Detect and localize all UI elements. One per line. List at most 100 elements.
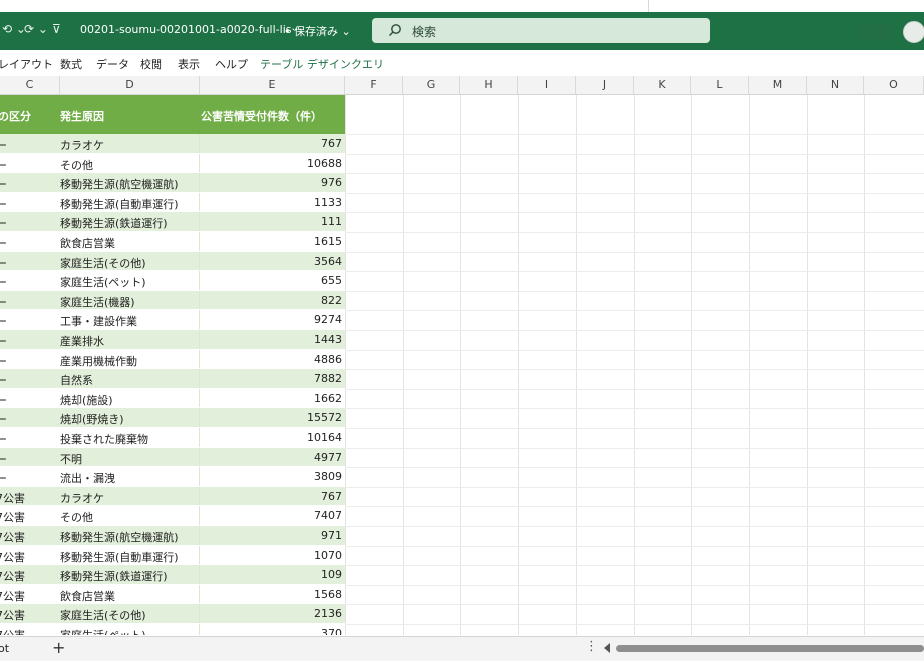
cell-c[interactable]: ー: [0, 294, 7, 310]
cell-d[interactable]: 投棄された廃棄物: [60, 431, 148, 447]
cell-c[interactable]: 7公害: [0, 490, 25, 506]
cell-e[interactable]: 4886: [314, 353, 342, 366]
cell-d[interactable]: 飲食店営業: [60, 235, 115, 251]
cell-d[interactable]: 移動発生源(鉄道運行): [60, 568, 168, 584]
cell-d[interactable]: その他: [60, 157, 93, 173]
table-row[interactable]: ー 不明 4977: [0, 447, 345, 468]
cell-c[interactable]: ー: [0, 392, 7, 408]
table-row[interactable]: ー 家庭生活(ペット) 655: [0, 271, 345, 291]
cell-c[interactable]: 7公害: [0, 529, 25, 545]
tab-layout[interactable]: レイアウト: [0, 56, 53, 72]
cell-e[interactable]: 3809: [314, 470, 342, 483]
cell-c[interactable]: 7公害: [0, 607, 25, 623]
cell-d[interactable]: カラオケ: [60, 490, 104, 506]
cell-e[interactable]: 1443: [314, 333, 342, 346]
cell-d[interactable]: 産業排水: [60, 333, 104, 349]
tab-review[interactable]: 校閲: [140, 56, 162, 72]
cell-d[interactable]: 移動発生源(自動車運行): [60, 549, 179, 565]
table-row[interactable]: 7公害 飲食店営業 1568: [0, 584, 345, 605]
search-box[interactable]: 検索: [372, 18, 710, 43]
cell-d[interactable]: 移動発生源(航空機運航): [60, 529, 179, 545]
table-row[interactable]: ー 産業用機械作動 4886: [0, 349, 345, 370]
table-row[interactable]: ー 流出・漏洩 3809: [0, 467, 345, 487]
cell-d[interactable]: 工事・建設作業: [60, 313, 137, 329]
cell-d[interactable]: 移動発生源(鉄道運行): [60, 215, 168, 231]
column-header-j[interactable]: J: [576, 76, 634, 94]
cell-e[interactable]: 976: [321, 176, 342, 189]
tab-data[interactable]: データ: [96, 56, 129, 72]
table-row[interactable]: 7公害 移動発生源(自動車運行) 1070: [0, 545, 345, 566]
table-row[interactable]: ー 移動発生源(航空機運航) 976: [0, 173, 345, 193]
table-row[interactable]: ー 焼却(施設) 1662: [0, 388, 345, 409]
cell-c[interactable]: 7公害: [0, 568, 25, 584]
column-header-l[interactable]: L: [691, 76, 749, 94]
column-header-e[interactable]: E: [200, 76, 345, 94]
cell-d[interactable]: 家庭生活(ペット): [60, 274, 146, 290]
cell-c[interactable]: ー: [0, 137, 7, 153]
cell-d[interactable]: 家庭生活(その他): [60, 255, 146, 271]
cell-c[interactable]: ー: [0, 353, 7, 369]
column-header-o[interactable]: O: [864, 76, 924, 94]
table-row[interactable]: ー 移動発生源(自動車運行) 1133: [0, 192, 345, 213]
cell-d[interactable]: 産業用機械作動: [60, 353, 137, 369]
table-row[interactable]: 7公害 カラオケ 767: [0, 486, 345, 507]
cell-c[interactable]: ー: [0, 215, 7, 231]
cell-d[interactable]: 家庭生活(ペット): [60, 627, 146, 635]
cell-e[interactable]: 10688: [307, 157, 342, 170]
column-header-h[interactable]: H: [460, 76, 518, 94]
table-row[interactable]: ー 飲食店営業 1615: [0, 232, 345, 252]
cell-d[interactable]: 不明: [60, 451, 82, 467]
table-row[interactable]: 7公害 その他 7407: [0, 506, 345, 526]
cell-c[interactable]: ー: [0, 196, 7, 212]
table-row[interactable]: 7公害 家庭生活(その他) 2136: [0, 604, 345, 624]
column-header-i[interactable]: I: [518, 76, 576, 94]
cell-d[interactable]: 家庭生活(その他): [60, 607, 146, 623]
file-name[interactable]: 00201-soumu-00201001-a0020-full-lis···: [80, 23, 302, 36]
cell-c[interactable]: 7公害: [0, 627, 25, 635]
cell-d[interactable]: 自然系: [60, 372, 93, 388]
cell-e[interactable]: 9274: [314, 313, 342, 326]
cell-d[interactable]: 飲食店営業: [60, 588, 115, 604]
add-sheet-button[interactable]: +: [52, 638, 65, 657]
header-complaint-count[interactable]: 公害苦情受付件数（件）: [201, 108, 322, 124]
cell-e[interactable]: 109: [321, 568, 342, 581]
table-row[interactable]: ー 産業排水 1443: [0, 330, 345, 350]
cell-d[interactable]: 焼却(野焼き): [60, 411, 124, 427]
cell-e[interactable]: 1615: [314, 235, 342, 248]
cell-c[interactable]: ー: [0, 470, 7, 486]
cell-e[interactable]: 3564: [314, 255, 342, 268]
table-row[interactable]: ー 家庭生活(その他) 3564: [0, 251, 345, 272]
title-bar-button[interactable]: [860, 24, 894, 40]
save-status[interactable]: • 保存済み ⌄: [284, 23, 351, 39]
tab-view[interactable]: 表示: [178, 56, 200, 72]
column-header-g[interactable]: G: [403, 76, 460, 94]
cell-e[interactable]: 370: [321, 627, 342, 635]
table-row[interactable]: 7公害 移動発生源(鉄道運行) 109: [0, 565, 345, 585]
table-row[interactable]: 7公害 家庭生活(ペット) 370: [0, 624, 345, 635]
tab-help[interactable]: ヘルプ: [215, 56, 248, 72]
column-header-m[interactable]: M: [749, 76, 807, 94]
table-row[interactable]: ー 移動発生源(鉄道運行) 111: [0, 212, 345, 232]
cell-e[interactable]: 111: [321, 215, 342, 228]
table-row[interactable]: ー 家庭生活(機器) 822: [0, 290, 345, 311]
cell-c[interactable]: 7公害: [0, 509, 25, 525]
cell-c[interactable]: ー: [0, 255, 7, 271]
cell-c[interactable]: 7公害: [0, 588, 25, 604]
cell-e[interactable]: 767: [321, 490, 342, 503]
header-cause[interactable]: 発生原因: [60, 108, 104, 124]
tab-formulas[interactable]: 数式: [60, 56, 82, 72]
cell-e[interactable]: 822: [321, 294, 342, 307]
tab-table-design[interactable]: テーブル デザイン: [260, 56, 351, 72]
table-row[interactable]: ー 工事・建設作業 9274: [0, 310, 345, 330]
cell-d[interactable]: 焼却(施設): [60, 392, 113, 408]
more-icon[interactable]: ⋮: [585, 639, 598, 654]
table-row[interactable]: ー カラオケ 767: [0, 134, 345, 154]
customize-toolbar-icon[interactable]: ⊽: [52, 22, 61, 36]
sheet-tab[interactable]: ot: [0, 642, 9, 655]
cell-c[interactable]: ー: [0, 176, 7, 192]
cell-d[interactable]: 流出・漏洩: [60, 470, 115, 486]
cell-c[interactable]: ー: [0, 313, 7, 329]
cell-c[interactable]: ー: [0, 333, 7, 349]
cell-d[interactable]: その他: [60, 509, 93, 525]
column-header-n[interactable]: N: [807, 76, 864, 94]
